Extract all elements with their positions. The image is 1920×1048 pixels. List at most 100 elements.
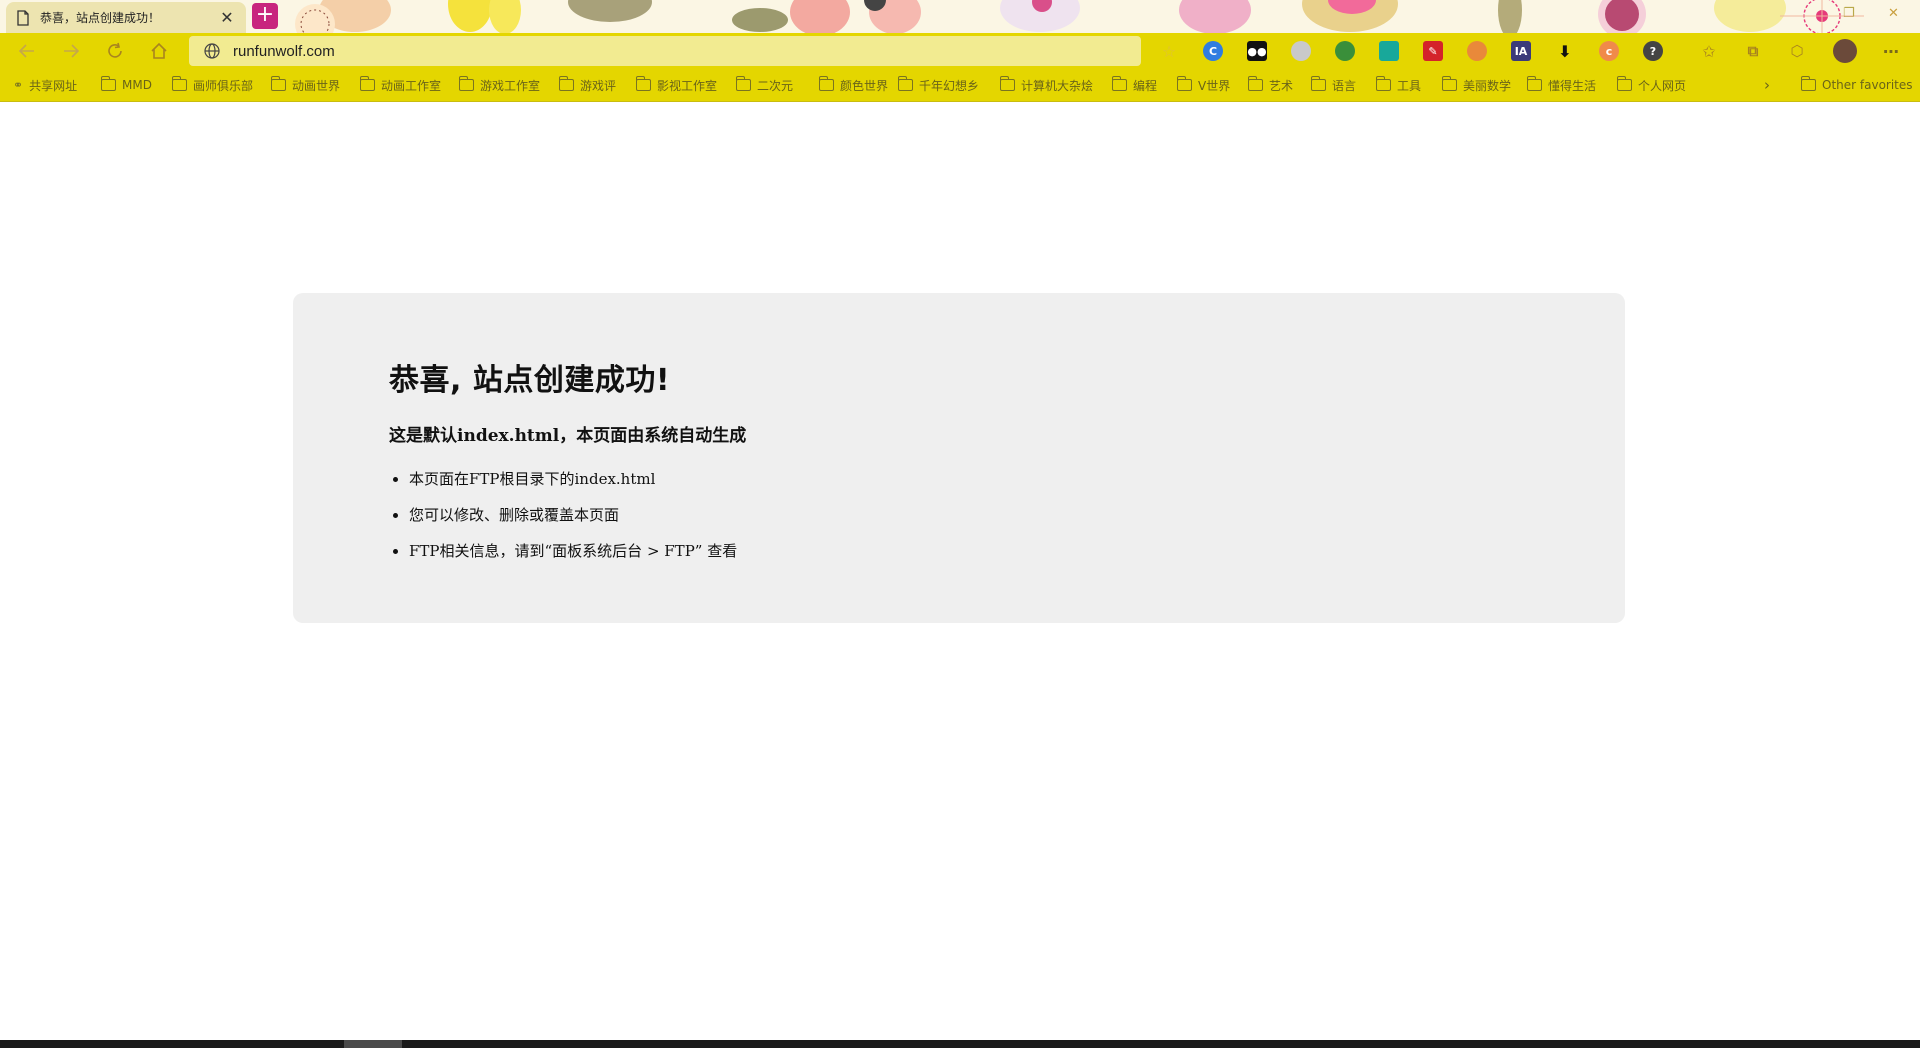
address-bar[interactable]: runfunwolf.com: [189, 36, 1141, 66]
forward-arrow-icon: [64, 44, 80, 58]
favorite-label: 美丽数学: [1463, 78, 1512, 93]
favorite-folder[interactable]: 懂得生活: [1526, 76, 1596, 94]
extension-c-icon[interactable]: C: [1203, 41, 1223, 61]
favorite-label: 二次元: [757, 78, 794, 93]
favorite-label: 动画工作室: [381, 78, 442, 93]
other-favorites-folder[interactable]: Other favorites: [1800, 76, 1913, 94]
collections-icon[interactable]: ⧉: [1743, 41, 1763, 61]
close-window-icon[interactable]: ✕: [1888, 6, 1899, 21]
tab-close-icon[interactable]: ✕: [218, 8, 236, 27]
favorite-folder[interactable]: 计算机大杂烩: [999, 76, 1093, 94]
favorite-folder[interactable]: 颜色世界: [818, 76, 888, 94]
favorite-folder[interactable]: 动画世界: [270, 76, 341, 94]
folder-icon: [1441, 76, 1457, 91]
url-text: runfunwolf.com: [233, 42, 335, 60]
extension-fox-icon[interactable]: [1467, 41, 1487, 61]
page-content: 恭喜, 站点创建成功! 这是默认index.html，本页面由系统自动生成 本页…: [0, 102, 1920, 1040]
favorite-label: 个人网页: [1638, 78, 1687, 93]
favorite-folder[interactable]: 影视工作室: [635, 76, 718, 94]
extension-tampermonkey-icon[interactable]: ●●: [1247, 41, 1267, 61]
favorite-folder[interactable]: 语言: [1310, 76, 1357, 94]
favorite-label: Other favorites: [1822, 78, 1913, 92]
favorites-bar: ⚭ 共享网址 MMD 画师俱乐部 动画世界 动画工作室 游戏工作室 游戏评 影视工作室 二次元…: [0, 69, 1920, 102]
active-tab[interactable]: 恭喜，站点创建成功！ ✕: [6, 2, 246, 33]
favorites-list-icon[interactable]: ✩: [1699, 41, 1719, 61]
toolbar: runfunwolf.com ☆ C ●● ✎ IA ⬇ c ? ✩ ⧉ ⬡ ⋯: [0, 33, 1920, 69]
favorites-overflow-chevron-icon[interactable]: ›: [1764, 76, 1770, 94]
favorite-label: 影视工作室: [657, 78, 718, 93]
favorite-label: MMD: [122, 78, 152, 92]
favorite-folder[interactable]: 游戏工作室: [458, 76, 541, 94]
link-icon: ⚭: [13, 78, 24, 92]
forward-button[interactable]: [59, 39, 83, 63]
favorite-folder[interactable]: 个人网页: [1616, 76, 1687, 94]
list-item: 本页面在FTP根目录下的index.html: [409, 468, 1529, 489]
favorite-label: 游戏评: [580, 78, 617, 93]
globe-icon: [204, 43, 220, 59]
taskbar-segment: [344, 1040, 402, 1048]
favorite-folder[interactable]: 美丽数学: [1441, 76, 1512, 94]
favorite-label: 共享网址: [29, 78, 78, 93]
favorite-label: 画师俱乐部: [193, 78, 254, 93]
page-heading: 恭喜, 站点创建成功!: [389, 363, 671, 398]
extension-earth-icon[interactable]: [1335, 41, 1355, 61]
folder-icon: [1111, 76, 1127, 91]
list-item: FTP相关信息，请到“面板系统后台 > FTP” 查看: [409, 540, 1529, 561]
favorite-folder[interactable]: 工具: [1375, 76, 1421, 94]
extensions-puzzle-icon[interactable]: ⬡: [1787, 41, 1807, 61]
profile-avatar[interactable]: [1833, 39, 1857, 63]
folder-icon: [635, 76, 651, 91]
favorite-label: 千年幻想乡: [919, 78, 980, 93]
extension-cc-icon[interactable]: c: [1599, 41, 1619, 61]
info-list: 本页面在FTP根目录下的index.html 您可以修改、删除或覆盖本页面 FT…: [389, 468, 1529, 561]
extension-question-icon[interactable]: ?: [1643, 41, 1663, 61]
favorite-folder[interactable]: 动画工作室: [359, 76, 442, 94]
back-arrow-icon: [18, 44, 34, 58]
extension-ia-icon[interactable]: IA: [1511, 41, 1531, 61]
home-icon: [151, 42, 167, 59]
favorite-star-icon[interactable]: ☆: [1159, 41, 1179, 61]
folder-icon: [735, 76, 751, 91]
favorite-label: 艺术: [1269, 78, 1294, 93]
folder-icon: [1247, 76, 1263, 91]
folder-icon: [1526, 76, 1542, 91]
extension-pdf-icon[interactable]: ✎: [1423, 41, 1443, 61]
more-menu-icon[interactable]: ⋯: [1881, 41, 1901, 61]
favorite-label: 动画世界: [292, 78, 341, 93]
favorite-folder[interactable]: 画师俱乐部: [171, 76, 254, 94]
welcome-card: 恭喜, 站点创建成功! 这是默认index.html，本页面由系统自动生成 本页…: [293, 293, 1625, 623]
refresh-button[interactable]: [103, 39, 127, 63]
extension-cube-icon[interactable]: [1379, 41, 1399, 61]
favorite-shared-links[interactable]: ⚭ 共享网址: [13, 76, 77, 94]
title-bar: 恭喜，站点创建成功！ ✕ + ❐ ✕: [0, 0, 1920, 33]
favorite-folder[interactable]: 艺术: [1247, 76, 1294, 94]
favorite-label: 游戏工作室: [480, 78, 541, 93]
folder-icon: [999, 76, 1015, 91]
back-button[interactable]: [15, 39, 39, 63]
favorite-label: 语言: [1332, 78, 1357, 93]
favorite-folder[interactable]: 千年幻想乡: [897, 76, 980, 94]
restore-icon[interactable]: ❐: [1843, 6, 1855, 21]
favorite-folder[interactable]: 编程: [1111, 76, 1157, 94]
favorite-folder[interactable]: MMD: [100, 76, 152, 94]
page-subheading: 这是默认index.html，本页面由系统自动生成: [389, 426, 747, 446]
floral-theme-background: [295, 0, 1864, 33]
home-button[interactable]: [147, 39, 171, 63]
folder-icon: [818, 76, 834, 91]
favorite-folder[interactable]: 游戏评: [558, 76, 617, 94]
new-tab-button[interactable]: +: [252, 3, 278, 29]
folder-icon: [558, 76, 574, 91]
refresh-icon: [108, 42, 122, 58]
folder-icon: [359, 76, 375, 91]
folder-icon: [1176, 76, 1192, 91]
folder-icon: [1616, 76, 1632, 91]
list-item: 您可以修改、删除或覆盖本页面: [409, 504, 1529, 525]
folder-icon: [100, 76, 116, 91]
tab-title: 恭喜，站点创建成功！: [40, 11, 161, 25]
taskbar-edge: [0, 1040, 1920, 1048]
favorite-folder[interactable]: V世界: [1176, 76, 1231, 94]
favorite-folder[interactable]: 二次元: [735, 76, 794, 94]
favorite-label: V世界: [1198, 78, 1231, 93]
download-icon[interactable]: ⬇: [1555, 41, 1575, 61]
extension-globe-icon[interactable]: [1291, 41, 1311, 61]
